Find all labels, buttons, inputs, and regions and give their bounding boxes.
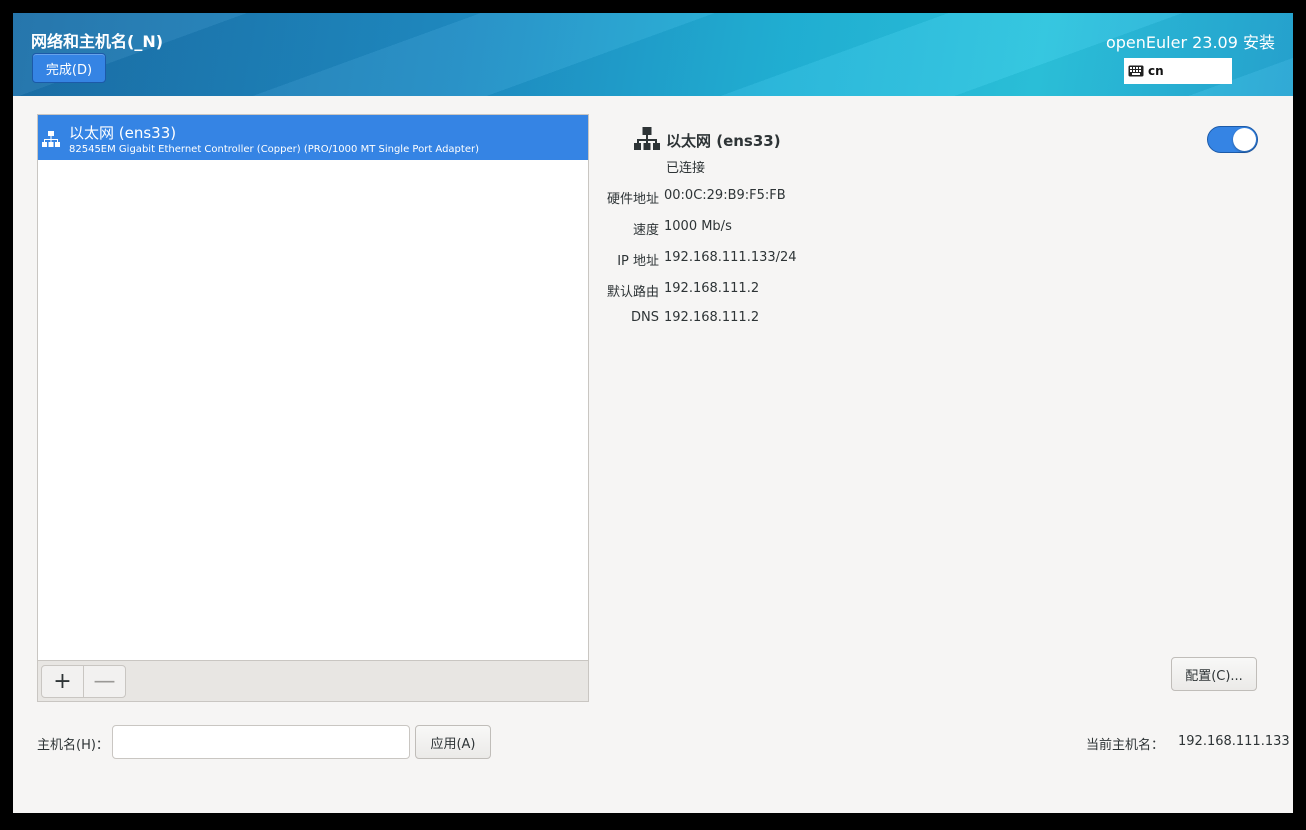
apply-hostname-button[interactable]: 应用(A) (415, 725, 491, 759)
device-enable-toggle[interactable] (1207, 126, 1258, 153)
ip-address-label: IP 地址 (617, 254, 659, 269)
keyboard-layout-label: cn (1148, 64, 1164, 78)
device-detail-name: 以太网 (ens33) (666, 132, 781, 150)
speed-value: 1000 Mb/s (664, 219, 732, 234)
hardware-address-label: 硬件地址 (606, 192, 659, 207)
header-bar: 网络和主机名(_N) 完成(D) openEuler 23.09 安装 cn (13, 13, 1293, 96)
default-route-value: 192.168.111.2 (664, 281, 760, 296)
default-route-label: 默认路由 (606, 285, 659, 300)
device-list-item[interactable]: 以太网 (ens33) 82545EM Gigabit Ethernet Con… (38, 115, 588, 160)
remove-device-button[interactable]: — (83, 665, 126, 698)
page-title: 网络和主机名(_N) (31, 32, 164, 51)
network-wired-icon (42, 131, 60, 147)
current-hostname-value: 192.168.111.133 (1178, 734, 1290, 749)
keyboard-icon (1128, 65, 1144, 77)
keyboard-layout-indicator[interactable]: cn (1124, 58, 1232, 84)
configure-button[interactable]: 配置(C)... (1171, 657, 1257, 691)
toggle-knob (1233, 128, 1256, 151)
device-detail-status: 已连接 (666, 161, 706, 176)
device-list-item-name: 以太网 (ens33) (69, 124, 177, 142)
ip-address-value: 192.168.111.133/24 (664, 250, 797, 265)
dns-label: DNS (631, 310, 659, 325)
network-wired-icon (634, 127, 660, 150)
installer-window: 网络和主机名(_N) 完成(D) openEuler 23.09 安装 cn 以… (13, 13, 1293, 813)
device-list-item-description: 82545EM Gigabit Ethernet Controller (Cop… (69, 144, 479, 155)
hardware-address-value: 00:0C:29:B9:F5:FB (664, 188, 786, 203)
hostname-input[interactable] (112, 725, 410, 759)
hostname-label: 主机名(H)： (37, 738, 109, 753)
device-list-panel: 以太网 (ens33) 82545EM Gigabit Ethernet Con… (37, 114, 589, 702)
add-device-button[interactable]: + (41, 665, 84, 698)
product-title: openEuler 23.09 安装 (1105, 33, 1275, 52)
header-pattern (13, 13, 1293, 96)
done-button[interactable]: 完成(D) (32, 53, 106, 83)
current-hostname-label: 当前主机名： (1086, 738, 1165, 753)
device-list-toolbar: + — (38, 660, 588, 701)
dns-value: 192.168.111.2 (664, 310, 760, 325)
speed-label: 速度 (632, 223, 659, 238)
